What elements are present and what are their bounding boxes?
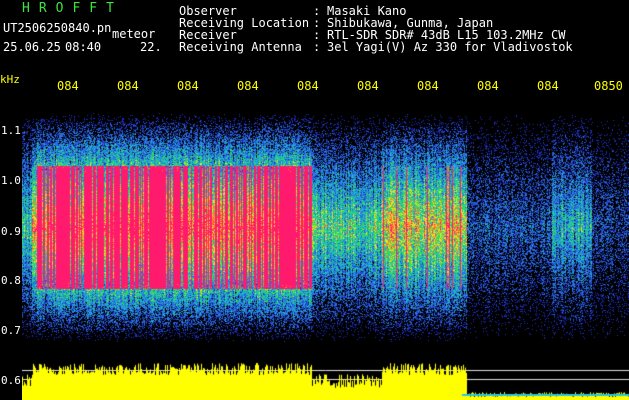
spectrogram-canvas xyxy=(22,92,629,400)
unit-label: kHz xyxy=(0,73,20,86)
time-tick: 084 xyxy=(57,79,79,93)
freq-tick: 1.0 xyxy=(1,174,21,187)
time-label: 08:40 xyxy=(65,40,102,54)
freq-tick: 1.1 xyxy=(1,124,21,137)
app-title: HROFFT xyxy=(22,1,123,16)
freq-tick: 0.9 xyxy=(1,225,21,238)
time-tick: 084 xyxy=(417,79,439,93)
number-label: 22. xyxy=(140,40,162,54)
time-tick: 0850 xyxy=(594,79,623,93)
antenna-key: Receiving Antenna xyxy=(179,40,302,54)
time-tick: 084 xyxy=(117,79,139,93)
time-tick: 084 xyxy=(477,79,499,93)
date-label: 25.06.25 xyxy=(3,40,61,54)
time-tick: 084 xyxy=(237,79,259,93)
freq-tick: 0.6 xyxy=(1,374,21,387)
hrofft-window: HROFFT UT2506250840.pn meteor 25.06.25 0… xyxy=(0,0,629,400)
freq-tick: 0.7 xyxy=(1,324,21,337)
file-name: UT2506250840.pn xyxy=(3,21,112,35)
mode-label: meteor xyxy=(112,27,156,41)
antenna-value: 3el Yagi(V) Az 330 for Vladivostok xyxy=(327,40,573,54)
time-tick: 084 xyxy=(177,79,199,93)
freq-tick: 0.8 xyxy=(1,274,21,287)
antenna-sep: : xyxy=(313,40,321,54)
time-tick: 084 xyxy=(537,79,559,93)
time-tick: 084 xyxy=(357,79,379,93)
time-tick: 084 xyxy=(297,79,319,93)
